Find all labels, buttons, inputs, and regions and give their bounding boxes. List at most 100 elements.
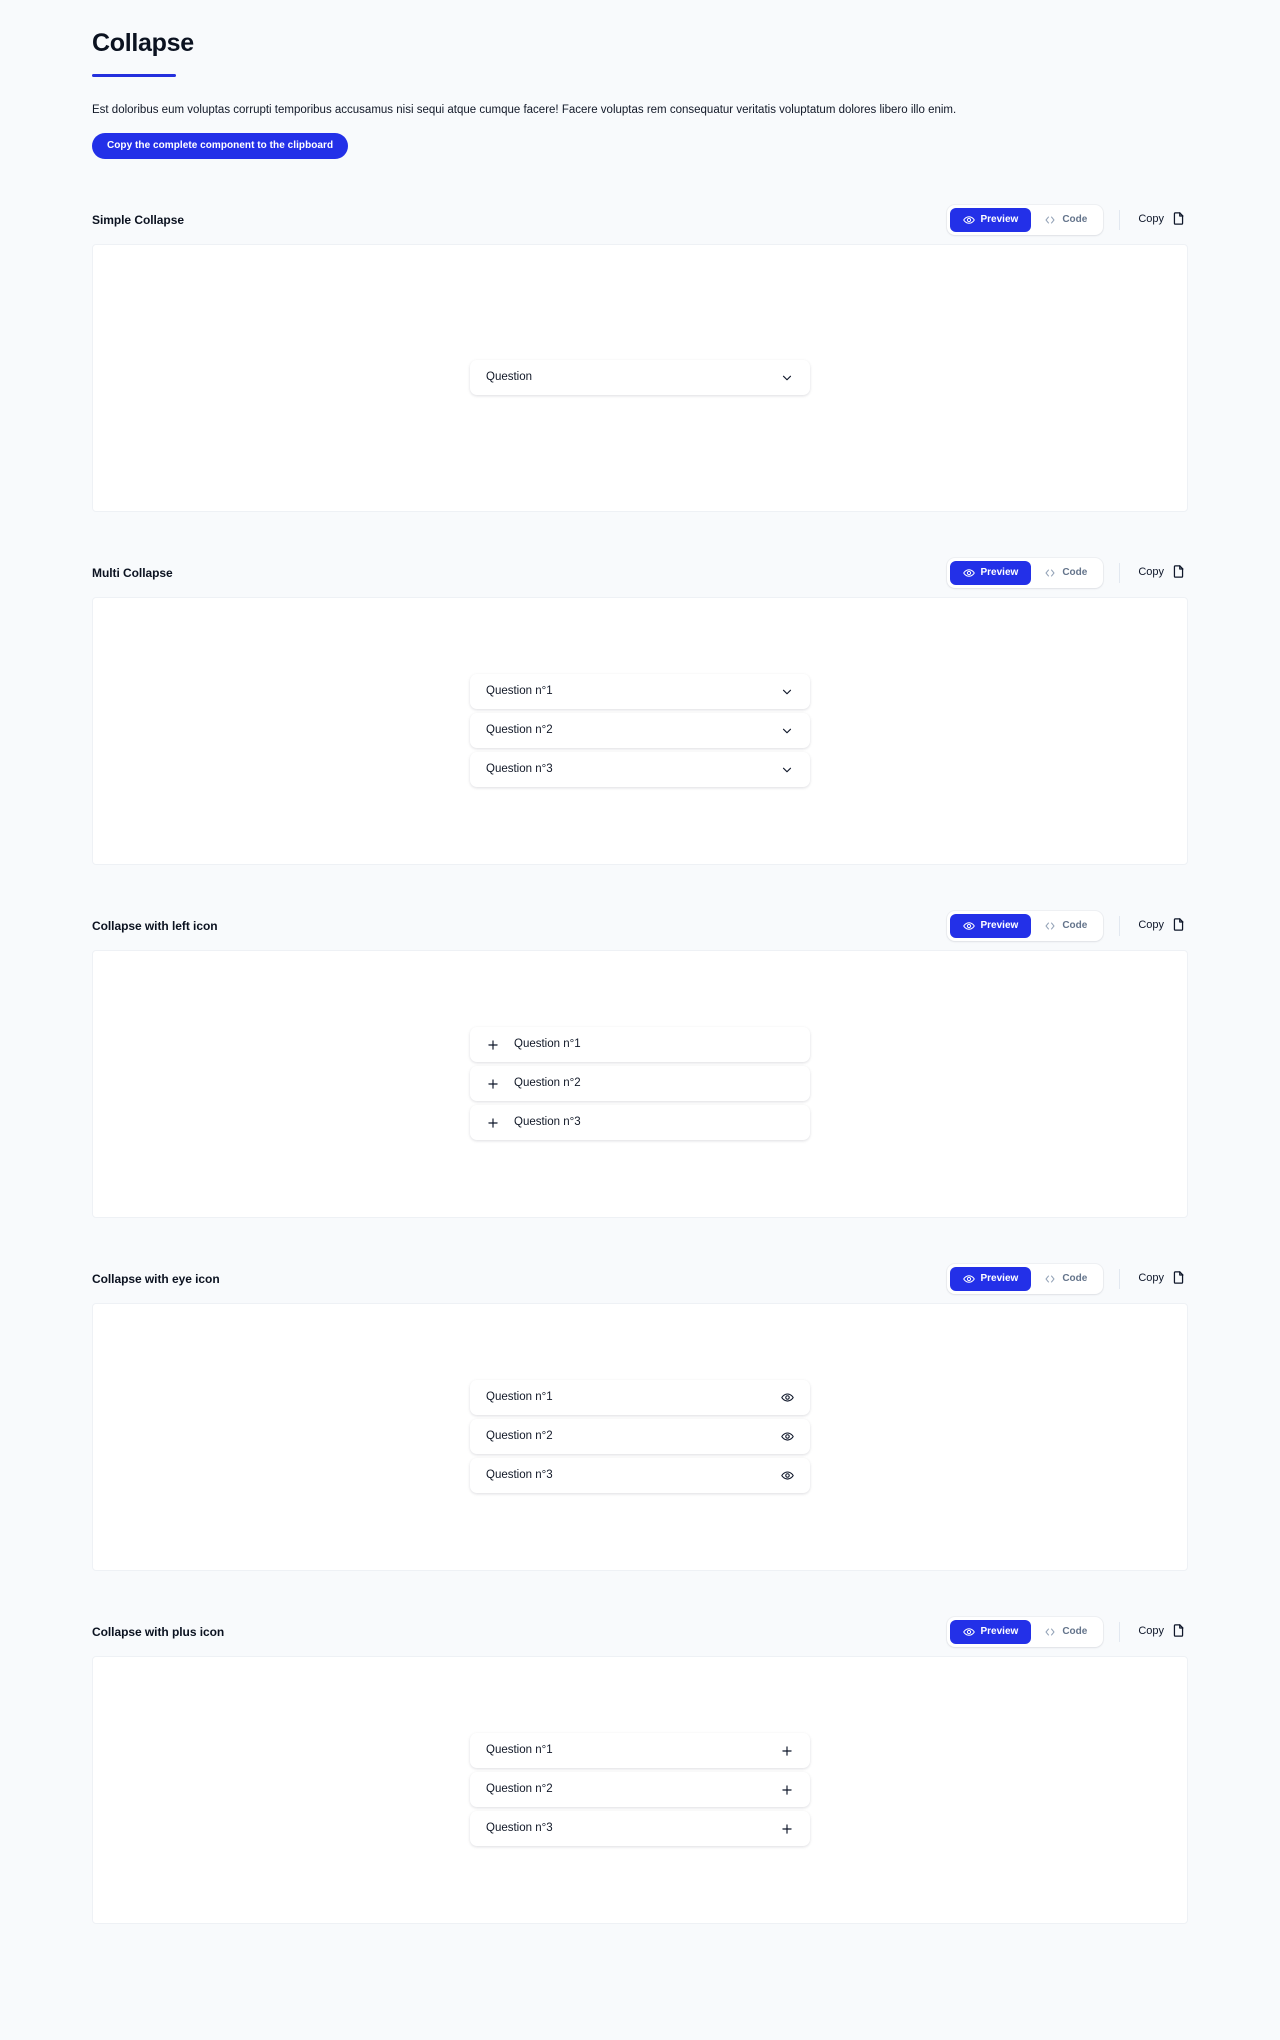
collapse-section: Collapse with left icon Preview Code Copy Qu…: [0, 910, 1280, 1218]
collapse-item[interactable]: Question n°1: [470, 1380, 810, 1416]
eye-icon: [962, 214, 975, 226]
code-tab-button[interactable]: Code: [1031, 914, 1100, 938]
actions-divider: [1119, 209, 1121, 230]
copy-snippet-button[interactable]: Copy: [1136, 560, 1188, 586]
copy-complete-component-button[interactable]: Copy the complete component to the clipb…: [92, 132, 349, 159]
collapse-item[interactable]: Question n°2: [470, 1066, 810, 1102]
collapse-item[interactable]: Question n°1: [470, 1733, 810, 1769]
preview-tab-button[interactable]: Preview: [949, 1266, 1032, 1291]
collapse-item[interactable]: Question n°1: [470, 1027, 810, 1063]
collapse-item-label: Question n°1: [514, 1037, 581, 1050]
plus-icon[interactable]: [780, 1822, 794, 1836]
preview-panel: Question n°1 Question n°2 Question n°3: [92, 1655, 1188, 1924]
actions-divider: [1119, 562, 1121, 583]
preview-panel: Question n°1 Question n°2 Question n°3: [92, 1302, 1188, 1571]
document-icon: [1171, 1270, 1186, 1288]
page-header: Collapse Est doloribus eum voluptas corr…: [0, 0, 1280, 159]
section-actions: Preview Code Copy: [946, 204, 1189, 235]
chevron-down-icon[interactable]: [780, 371, 794, 385]
collapse-stack: Question n°1 Question n°2 Question n°3: [470, 674, 810, 788]
plus-icon: [486, 1116, 500, 1130]
eye-icon: [962, 567, 975, 579]
copy-button-label: Copy: [1138, 213, 1164, 226]
section-actions: Preview Code Copy: [946, 1263, 1189, 1294]
plus-icon[interactable]: [780, 1783, 794, 1797]
page-root: Collapse Est doloribus eum voluptas corr…: [0, 0, 1280, 2040]
preview-tab-label: Preview: [980, 213, 1019, 225]
document-icon: [1171, 564, 1186, 582]
section-header-bar: Simple Collapse Preview Code Copy: [92, 204, 1189, 235]
copy-button-label: Copy: [1138, 566, 1164, 579]
section-header-bar: Collapse with eye icon Preview Code Copy: [92, 1263, 1189, 1294]
document-icon: [1171, 917, 1186, 935]
section-title: Collapse with left icon: [92, 918, 218, 933]
page-description: Est doloribus eum voluptas corrupti temp…: [92, 104, 957, 116]
preview-tab-button[interactable]: Preview: [949, 560, 1032, 585]
preview-tab-label: Preview: [980, 1625, 1019, 1637]
preview-tab-label: Preview: [980, 1272, 1019, 1284]
collapse-item[interactable]: Question n°2: [470, 1772, 810, 1808]
copy-button-label: Copy: [1138, 1625, 1164, 1638]
collapse-item[interactable]: Question n°2: [470, 713, 810, 749]
collapse-item-label: Question n°2: [514, 1076, 581, 1089]
preview-code-toggle-group: Preview Code: [946, 557, 1104, 588]
preview-code-toggle-group: Preview Code: [946, 1616, 1104, 1647]
preview-panel: Question: [92, 243, 1188, 512]
code-tab-button[interactable]: Code: [1031, 1620, 1100, 1644]
code-brackets-icon: [1044, 1273, 1056, 1285]
preview-tab-button[interactable]: Preview: [949, 913, 1032, 938]
title-underline-rule: [92, 74, 176, 77]
collapse-item-label: Question n°3: [486, 1468, 553, 1481]
actions-divider: [1119, 1268, 1121, 1289]
chevron-down-icon[interactable]: [780, 763, 794, 777]
collapse-item[interactable]: Question n°3: [470, 1811, 810, 1847]
collapse-stack: Question: [470, 360, 810, 396]
code-tab-label: Code: [1062, 1272, 1088, 1284]
collapse-item[interactable]: Question n°2: [470, 1419, 810, 1455]
eye-icon: [962, 920, 975, 932]
chevron-down-icon[interactable]: [780, 724, 794, 738]
section-title: Collapse with plus icon: [92, 1624, 225, 1639]
code-tab-button[interactable]: Code: [1031, 208, 1100, 232]
code-tab-button[interactable]: Code: [1031, 561, 1100, 585]
section-actions: Preview Code Copy: [946, 1616, 1189, 1647]
collapse-stack: Question n°1 Question n°2 Question n°3: [470, 1733, 810, 1847]
collapse-item[interactable]: Question n°3: [470, 752, 810, 788]
actions-divider: [1119, 915, 1121, 936]
chevron-down-icon[interactable]: [780, 685, 794, 699]
eye-icon[interactable]: [781, 1430, 794, 1443]
section-header-bar: Collapse with left icon Preview Code Copy: [92, 910, 1189, 941]
plus-icon: [486, 1077, 500, 1091]
collapse-item[interactable]: Question n°3: [470, 1105, 810, 1141]
collapse-item[interactable]: Question: [470, 360, 810, 396]
copy-snippet-button[interactable]: Copy: [1136, 1266, 1188, 1292]
section-title: Collapse with eye icon: [92, 1271, 220, 1286]
collapse-item-label: Question n°3: [486, 762, 553, 775]
collapse-stack: Question n°1 Question n°2 Question n°3: [470, 1380, 810, 1494]
copy-snippet-button[interactable]: Copy: [1136, 1619, 1188, 1645]
page-bottom-spacer: [0, 1924, 1280, 1980]
collapse-section: Collapse with eye icon Preview Code Copy Que…: [0, 1263, 1280, 1571]
copy-snippet-button[interactable]: Copy: [1136, 913, 1188, 939]
code-tab-label: Code: [1062, 1625, 1088, 1637]
actions-divider: [1119, 1621, 1121, 1642]
eye-icon[interactable]: [781, 1391, 794, 1404]
page-title: Collapse: [92, 29, 194, 57]
eye-icon[interactable]: [781, 1469, 794, 1482]
preview-tab-button[interactable]: Preview: [949, 207, 1032, 232]
collapse-item-label: Question n°2: [486, 1429, 553, 1442]
code-tab-button[interactable]: Code: [1031, 1267, 1100, 1291]
preview-code-toggle-group: Preview Code: [946, 1263, 1104, 1294]
collapse-item-label: Question n°3: [514, 1115, 581, 1128]
preview-tab-button[interactable]: Preview: [949, 1619, 1032, 1644]
code-brackets-icon: [1044, 1626, 1056, 1638]
code-brackets-icon: [1044, 214, 1056, 226]
section-actions: Preview Code Copy: [946, 910, 1189, 941]
copy-snippet-button[interactable]: Copy: [1136, 207, 1188, 233]
section-title: Simple Collapse: [92, 212, 184, 227]
collapse-item[interactable]: Question n°1: [470, 674, 810, 710]
plus-icon[interactable]: [780, 1744, 794, 1758]
code-tab-label: Code: [1062, 919, 1088, 931]
preview-code-toggle-group: Preview Code: [946, 910, 1104, 941]
collapse-item[interactable]: Question n°3: [470, 1458, 810, 1494]
